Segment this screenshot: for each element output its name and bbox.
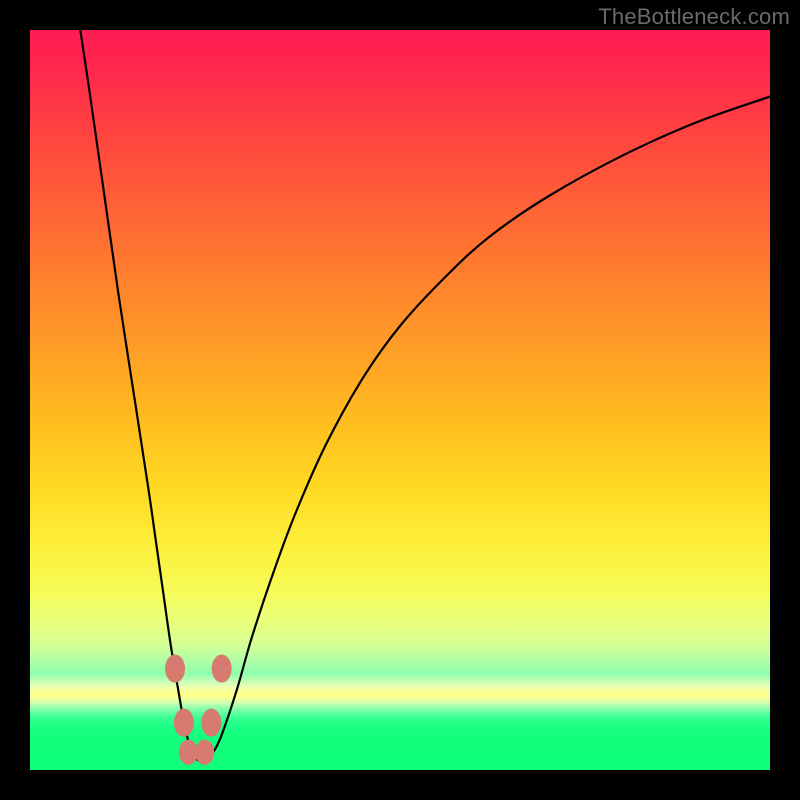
curve-marker [201, 709, 221, 737]
curve-marker [165, 655, 185, 683]
curve-marker [174, 709, 194, 737]
curve-marker [195, 740, 214, 765]
curve-layer [30, 30, 770, 770]
watermark-text: TheBottleneck.com [598, 4, 790, 30]
plot-area [30, 30, 770, 770]
chart-frame: TheBottleneck.com [0, 0, 800, 800]
curve-marker [212, 655, 232, 683]
bottleneck-curve [80, 30, 770, 761]
curve-markers [165, 655, 232, 765]
